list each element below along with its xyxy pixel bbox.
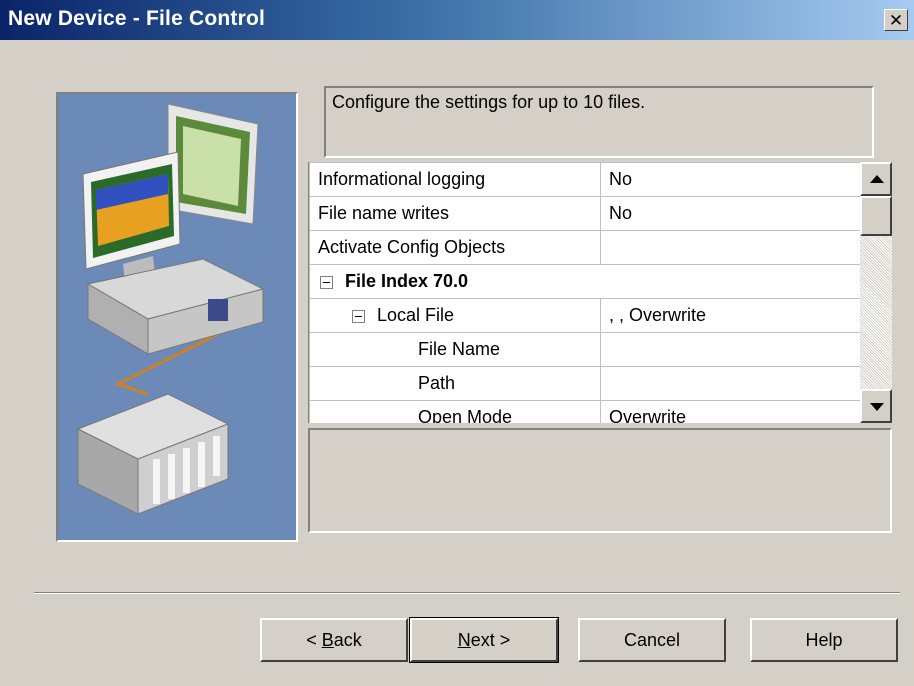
property-row[interactable]: Informational logging No <box>309 162 865 197</box>
property-name: Informational logging <box>309 162 601 197</box>
back-button[interactable]: < Back <box>260 618 408 662</box>
property-row[interactable]: Activate Config Objects <box>309 230 865 265</box>
property-value[interactable] <box>600 332 865 367</box>
property-group-name: File Index 70.0 <box>345 271 469 291</box>
property-group-row[interactable]: File Index 70.0 <box>309 264 865 299</box>
property-group-cell: File Index 70.0 <box>309 264 865 299</box>
wizard-illustration <box>56 92 298 542</box>
property-name: Path <box>309 366 601 401</box>
property-value[interactable] <box>600 366 865 401</box>
computer-network-plc-illustration <box>76 103 267 515</box>
property-value[interactable]: , , Overwrite <box>600 298 865 333</box>
property-subgroup-row[interactable]: Local File , , Overwrite <box>309 298 865 333</box>
property-value[interactable] <box>600 230 865 265</box>
next-button-accel: N <box>457 629 471 650</box>
help-button[interactable]: Help <box>750 618 898 662</box>
property-subgroup-cell: Local File <box>309 298 601 333</box>
window-title: New Device - File Control <box>8 7 266 30</box>
property-name: File Name <box>309 332 601 367</box>
property-row[interactable]: File name writes No <box>309 196 865 231</box>
property-row[interactable]: File Name <box>309 332 865 367</box>
property-name: Activate Config Objects <box>309 230 601 265</box>
close-button[interactable]: ✕ <box>884 9 908 31</box>
cancel-button[interactable]: Cancel <box>578 618 726 662</box>
property-grid[interactable]: Informational logging No File name write… <box>308 162 865 423</box>
back-button-accel: B <box>321 629 334 650</box>
property-value[interactable]: No <box>600 162 865 197</box>
cancel-button-label: Cancel <box>623 629 681 650</box>
property-value[interactable]: Overwrite <box>600 400 865 423</box>
next-button-label: ext > <box>470 629 511 650</box>
arrow-up-icon <box>870 175 884 183</box>
scroll-down-button[interactable] <box>860 389 892 423</box>
scroll-thumb[interactable] <box>860 196 892 236</box>
back-button-label: ack <box>333 629 362 650</box>
property-name: Local File <box>377 305 455 325</box>
help-button-label: Help <box>805 629 843 650</box>
property-row[interactable]: Path <box>309 366 865 401</box>
property-name: Open Mode <box>309 400 601 423</box>
scroll-up-button[interactable] <box>860 162 892 196</box>
property-name: File name writes <box>309 196 601 231</box>
arrow-down-icon <box>870 403 884 411</box>
property-help-box <box>308 428 892 533</box>
back-button-prefix: < <box>306 629 322 650</box>
next-button[interactable]: Next > <box>409 617 559 663</box>
title-bar: New Device - File Control ✕ <box>0 0 914 40</box>
close-icon: ✕ <box>888 10 904 30</box>
description-box: Configure the settings for up to 10 file… <box>324 86 874 158</box>
separator <box>34 592 900 594</box>
collapse-icon[interactable] <box>352 309 365 323</box>
vertical-scrollbar[interactable] <box>860 162 892 423</box>
property-value[interactable]: No <box>600 196 865 231</box>
property-row[interactable]: Open Mode Overwrite <box>309 400 865 423</box>
collapse-icon[interactable] <box>320 275 333 289</box>
